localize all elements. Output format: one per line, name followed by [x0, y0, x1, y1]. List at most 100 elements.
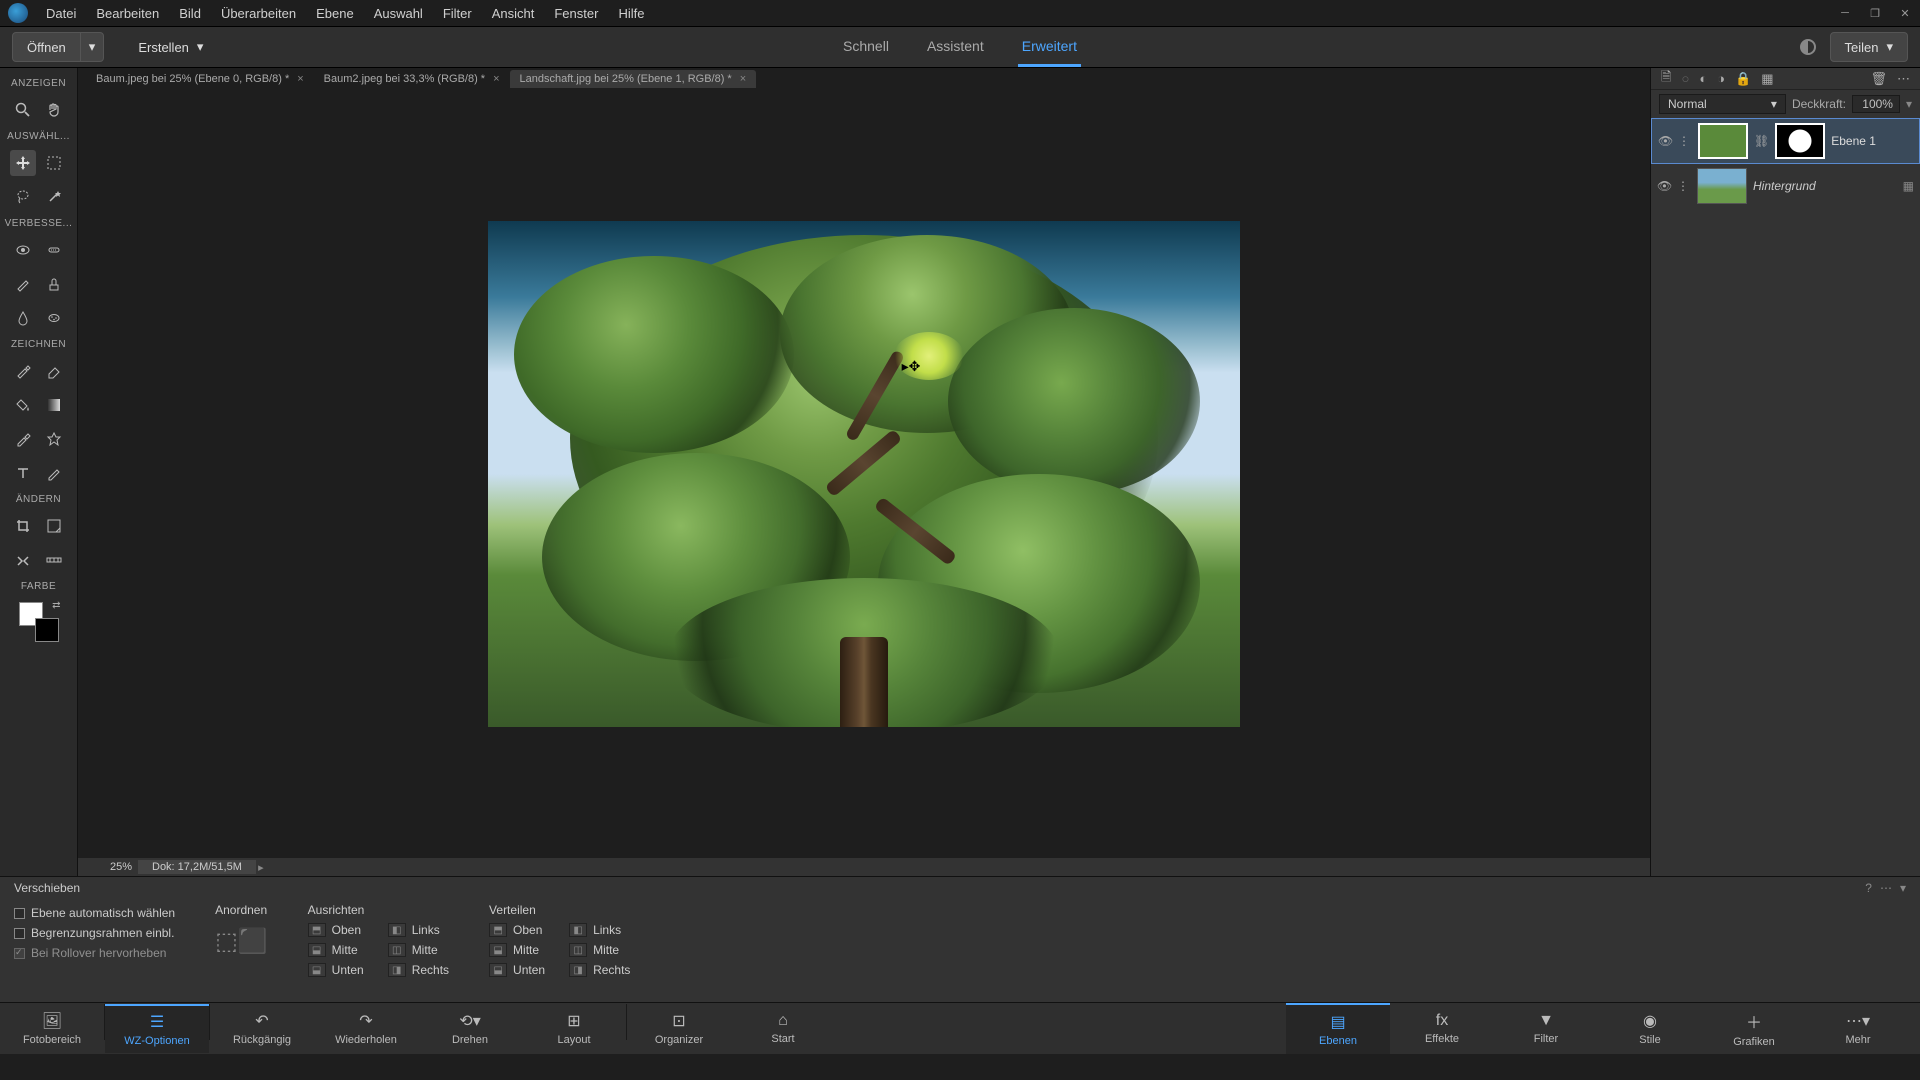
menu-fenster[interactable]: Fenster — [544, 2, 608, 25]
content-aware-tool[interactable] — [10, 547, 36, 573]
tool-options-button[interactable]: ☰WZ-Optionen — [105, 1004, 209, 1053]
gradient-tool[interactable] — [41, 392, 67, 418]
visibility-icon[interactable]: 👁 — [1658, 134, 1672, 148]
mode-guided[interactable]: Assistent — [923, 28, 988, 67]
eyedropper-tool[interactable] — [10, 426, 36, 452]
effects-tab-button[interactable]: fxEffekte — [1390, 1003, 1494, 1054]
menu-filter[interactable]: Filter — [433, 2, 482, 25]
delete-layer-icon[interactable]: 🗑 — [1870, 71, 1887, 87]
move-tool[interactable] — [10, 150, 36, 176]
maximize-button[interactable]: ❐ — [1860, 3, 1890, 23]
lock-layer-icon[interactable]: 🔒 — [1735, 71, 1751, 87]
close-tab-icon[interactable]: × — [297, 73, 303, 85]
doc-tab-0[interactable]: Baum.jpeg bei 25% (Ebene 0, RGB/8) *× — [86, 70, 314, 88]
help-icon[interactable]: ? — [1865, 881, 1872, 895]
panel-menu-icon[interactable]: ⋯ — [1897, 71, 1910, 87]
dist-bottom-button[interactable]: ⬓Unten — [489, 963, 545, 977]
rollover-checkbox[interactable]: Bei Rollover hervorheben — [14, 943, 175, 963]
pencil-tool[interactable] — [41, 460, 67, 486]
mode-expert[interactable]: Erweitert — [1018, 28, 1081, 67]
menu-ebene[interactable]: Ebene — [306, 2, 364, 25]
layer-name[interactable]: Hintergrund — [1753, 179, 1816, 193]
align-left-button[interactable]: ◧Links — [388, 923, 449, 937]
graphics-tab-button[interactable]: ＋Grafiken — [1702, 1003, 1806, 1054]
hand-tool[interactable] — [41, 97, 67, 123]
doc-tab-2[interactable]: Landschaft.jpg bei 25% (Ebene 1, RGB/8) … — [510, 70, 757, 88]
menu-ansicht[interactable]: Ansicht — [482, 2, 545, 25]
align-bottom-button[interactable]: ⬓Unten — [308, 963, 364, 977]
recompose-tool[interactable] — [41, 513, 67, 539]
menu-hilfe[interactable]: Hilfe — [608, 2, 654, 25]
align-top-button[interactable]: ⬒Oben — [308, 923, 364, 937]
color-swatches[interactable]: ⇄ — [19, 602, 59, 642]
align-vmiddle-button[interactable]: ⬓Mitte — [308, 943, 364, 957]
smart-brush-tool[interactable] — [10, 271, 36, 297]
canvas[interactable]: ▸✥ — [488, 221, 1240, 727]
layer-thumbnail[interactable] — [1698, 123, 1748, 159]
visibility-icon[interactable]: 👁 — [1657, 179, 1671, 193]
fill-tool[interactable] — [10, 392, 36, 418]
sponge-tool[interactable] — [41, 305, 67, 331]
menu-ueberarbeiten[interactable]: Überarbeiten — [211, 2, 306, 25]
dist-hmiddle-button[interactable]: ◫Mitte — [569, 943, 630, 957]
undo-button[interactable]: ↶Rückgängig — [210, 1004, 314, 1053]
new-layer-icon[interactable]: 🗎 — [1661, 68, 1671, 90]
organizer-button[interactable]: ⊡Organizer — [627, 1004, 731, 1053]
open-dropdown-icon[interactable]: ▾ — [80, 33, 104, 61]
dist-right-button[interactable]: ◨Rechts — [569, 963, 630, 977]
layer-fx-icon[interactable]: ○ — [1681, 71, 1689, 86]
layers-tab-button[interactable]: ▤Ebenen — [1286, 1003, 1390, 1054]
clone-stamp-tool[interactable] — [41, 271, 67, 297]
layout-button[interactable]: ⊞Layout — [522, 1004, 626, 1053]
layer-mask-icon[interactable]: ◐ — [1699, 71, 1707, 86]
type-tool[interactable] — [10, 460, 36, 486]
arrange-icon[interactable]: ⬚⬛ — [215, 927, 268, 956]
blur-tool[interactable] — [10, 305, 36, 331]
redo-button[interactable]: ↷Wiederholen — [314, 1004, 418, 1053]
auto-select-checkbox[interactable]: Ebene automatisch wählen — [14, 903, 175, 923]
close-tab-icon[interactable]: × — [493, 73, 499, 85]
doc-info[interactable]: Dok: 17,2M/51,5M — [138, 860, 256, 874]
background-swatch[interactable] — [35, 618, 59, 642]
lasso-tool[interactable] — [10, 184, 36, 210]
align-hmiddle-button[interactable]: ◫Mitte — [388, 943, 449, 957]
menu-datei[interactable]: Datei — [36, 2, 86, 25]
layer-group-icon[interactable]: ▦ — [1761, 71, 1773, 87]
chevron-down-icon[interactable]: ▾ — [1906, 97, 1912, 111]
layer-name[interactable]: Ebene 1 — [1831, 134, 1876, 148]
close-tab-icon[interactable]: × — [740, 73, 746, 85]
magic-wand-tool[interactable] — [41, 184, 67, 210]
brush-tool[interactable] — [10, 358, 36, 384]
panel-menu-icon[interactable]: ⋯ — [1880, 881, 1892, 895]
link-icon[interactable]: ⋮ — [1677, 179, 1691, 193]
home-button[interactable]: ⌂Start — [731, 1004, 835, 1053]
theme-toggle-icon[interactable] — [1800, 39, 1816, 55]
swap-colors-icon[interactable]: ⇄ — [52, 600, 60, 611]
close-button[interactable]: ✕ — [1890, 3, 1920, 23]
collapse-icon[interactable]: ▾ — [1900, 881, 1906, 895]
mode-quick[interactable]: Schnell — [839, 28, 893, 67]
create-button[interactable]: Erstellen ▾ — [124, 33, 217, 61]
share-button[interactable]: Teilen ▾ — [1830, 32, 1909, 62]
dist-left-button[interactable]: ◧Links — [569, 923, 630, 937]
layer-thumbnail[interactable] — [1697, 168, 1747, 204]
minimize-button[interactable]: ─ — [1830, 3, 1860, 23]
menu-bild[interactable]: Bild — [169, 2, 211, 25]
zoom-tool[interactable] — [10, 97, 36, 123]
adjustment-layer-icon[interactable]: ◑ — [1717, 71, 1725, 86]
eraser-tool[interactable] — [41, 358, 67, 384]
menu-auswahl[interactable]: Auswahl — [364, 2, 433, 25]
layer-row-1[interactable]: 👁 ⋮ Hintergrund ▦ — [1651, 164, 1920, 208]
filters-tab-button[interactable]: ▼Filter — [1494, 1003, 1598, 1054]
shape-tool[interactable] — [41, 426, 67, 452]
layer-row-0[interactable]: 👁 ⋮ ⛓ Ebene 1 — [1651, 118, 1920, 164]
opacity-input[interactable]: 100% — [1852, 95, 1900, 113]
rotate-button[interactable]: ⟲▾Drehen — [418, 1004, 522, 1053]
link-icon[interactable]: ⋮ — [1678, 134, 1692, 148]
doc-tab-1[interactable]: Baum2.jpeg bei 33,3% (RGB/8) *× — [314, 70, 510, 88]
menu-bearbeiten[interactable]: Bearbeiten — [86, 2, 169, 25]
align-right-button[interactable]: ◨Rechts — [388, 963, 449, 977]
styles-tab-button[interactable]: ◉Stile — [1598, 1003, 1702, 1054]
marquee-tool[interactable] — [41, 150, 67, 176]
mask-link-icon[interactable]: ⛓ — [1754, 134, 1769, 148]
